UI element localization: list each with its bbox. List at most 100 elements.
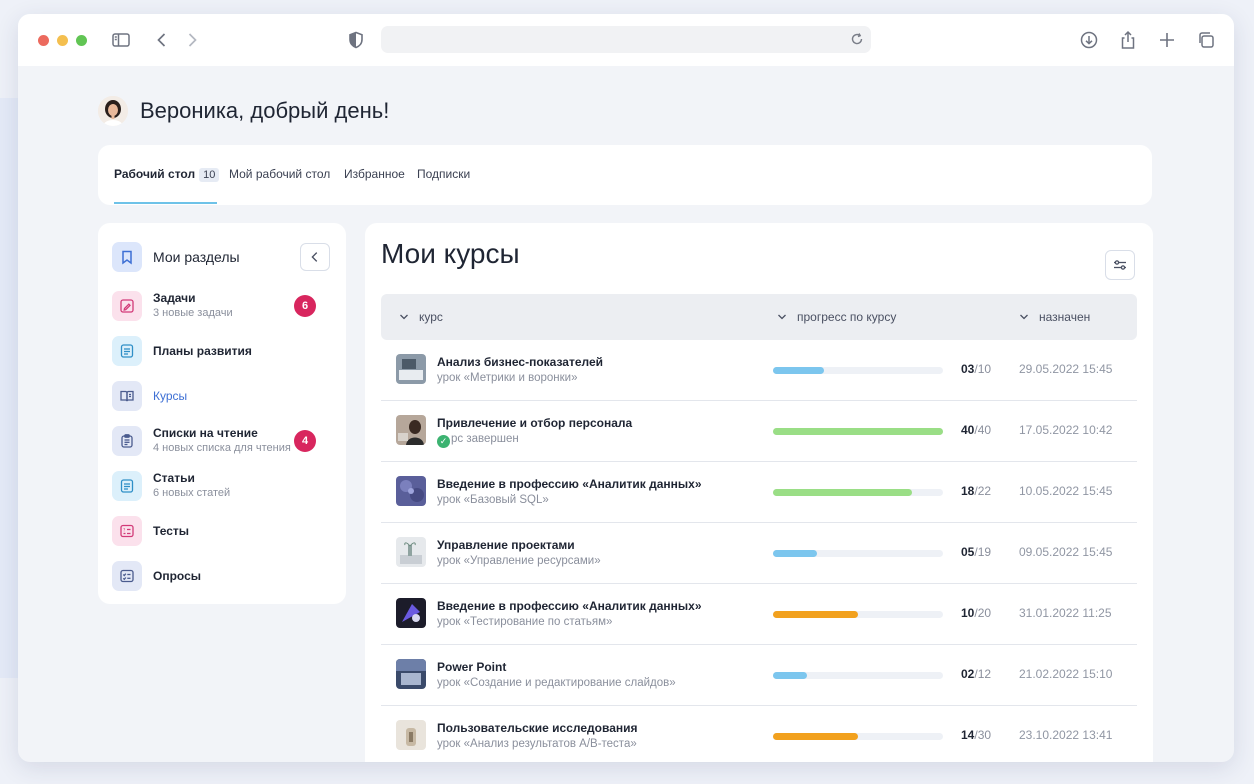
bookmark-icon — [112, 242, 142, 272]
pencil-icon — [112, 291, 142, 321]
course-name: Введение в профессию «Аналитик данных» — [437, 599, 702, 613]
back-icon[interactable] — [152, 30, 172, 50]
sidebar-item-label: Планы развития — [153, 344, 252, 358]
chevron-down-icon — [1020, 314, 1028, 320]
progress-count: 18/22 — [961, 484, 991, 498]
greeting-text: Вероника, добрый день! — [140, 98, 390, 123]
progress-total: 19 — [977, 545, 992, 559]
table-row[interactable]: Power Point урок «Создание и редактирова… — [381, 645, 1137, 706]
tab-label: Рабочий стол — [114, 167, 196, 181]
table-row[interactable]: Пользовательские исследования урок «Анал… — [381, 706, 1137, 762]
course-name: Анализ бизнес-показателей — [437, 355, 604, 369]
progress-done: 02 — [961, 667, 975, 681]
column-header-progress[interactable]: прогресс по курсу — [777, 310, 896, 324]
sidebar-item-courses[interactable]: Курсы — [112, 381, 334, 413]
tab-desktop[interactable]: Рабочий стол 10 — [114, 167, 220, 182]
course-thumbnail — [396, 659, 426, 689]
minimize-window-button[interactable] — [57, 35, 68, 46]
article-icon — [112, 471, 142, 501]
reading-lists-count-badge: 4 — [294, 430, 316, 452]
progress-count: 10/20 — [961, 606, 991, 620]
checklist-icon — [112, 561, 142, 591]
tasks-count-badge: 6 — [294, 295, 316, 317]
sidebar-item-articles[interactable]: Статьи 6 новых статей — [112, 471, 334, 503]
download-icon[interactable] — [1079, 30, 1099, 50]
sidebar-item-surveys[interactable]: Опросы — [112, 561, 334, 593]
sidebar-title: Мои разделы — [153, 249, 240, 265]
avatar[interactable] — [98, 96, 128, 126]
column-header-course[interactable]: курс — [399, 310, 443, 324]
svg-text:?: ? — [123, 527, 126, 533]
maximize-window-button[interactable] — [76, 35, 87, 46]
reload-icon[interactable] — [849, 31, 865, 47]
collapse-sidebar-button[interactable] — [300, 243, 330, 271]
courses-panel: Мои курсы курс прогресс по курсу назначе… — [365, 223, 1153, 762]
sidebar-item-tests[interactable]: ? Тесты — [112, 516, 334, 548]
progress-done: 05 — [961, 545, 975, 559]
tab-subscriptions[interactable]: Подписки — [417, 167, 470, 181]
progress-bar — [773, 733, 943, 740]
progress-fill — [773, 428, 943, 435]
course-thumbnail — [396, 415, 426, 445]
progress-bar — [773, 611, 943, 618]
table-row[interactable]: Управление проектами урок «Управление ре… — [381, 523, 1137, 584]
tab-favorites[interactable]: Избранное — [344, 167, 405, 181]
sidebar-item-label: Списки на чтение — [153, 426, 258, 440]
progress-count: 02/12 — [961, 667, 991, 681]
table-row[interactable]: Введение в профессию «Аналитик данных» у… — [381, 462, 1137, 523]
assigned-date: 29.05.2022 15:45 — [1019, 362, 1113, 376]
column-label: назначен — [1039, 310, 1091, 324]
chevron-left-icon — [311, 252, 318, 262]
progress-fill — [773, 733, 858, 740]
progress-done: 40 — [961, 423, 975, 437]
table-row[interactable]: Привлечение и отбор персонала ✓ рс заверш… — [381, 401, 1137, 462]
book-icon — [112, 381, 142, 411]
course-lesson: урок «Базовый SQL» — [437, 494, 549, 506]
progress-total: 20 — [977, 606, 992, 620]
course-thumbnail — [396, 598, 426, 628]
close-window-button[interactable] — [38, 35, 49, 46]
sidebar-item-label: Задачи — [153, 291, 196, 305]
new-tab-icon[interactable] — [1157, 30, 1177, 50]
share-icon[interactable] — [1118, 30, 1138, 50]
sidebar-toggle-icon[interactable] — [111, 30, 131, 50]
table-row[interactable]: Анализ бизнес-показателей урок «Метрики … — [381, 340, 1137, 401]
course-status: рс завершен — [451, 433, 519, 445]
progress-count: 14/30 — [961, 728, 991, 742]
address-bar[interactable] — [381, 26, 871, 53]
background-strip — [0, 98, 18, 678]
assigned-date: 10.05.2022 15:45 — [1019, 484, 1113, 498]
sidebar-item-sub: 4 новых списка для чтения — [153, 442, 291, 454]
filter-button[interactable] — [1105, 250, 1135, 280]
course-lesson: ✓ рс завершен — [437, 433, 519, 448]
course-thumbnail — [396, 720, 426, 750]
sidebar-item-label: Опросы — [153, 569, 202, 583]
sidebar-item-development-plans[interactable]: Планы развития — [112, 336, 334, 368]
assigned-date: 17.05.2022 10:42 — [1019, 423, 1113, 437]
course-name: Управление проектами — [437, 538, 575, 552]
course-thumbnail — [396, 476, 426, 506]
shield-icon[interactable] — [346, 30, 366, 50]
tab-count-badge: 10 — [199, 168, 220, 182]
progress-total: 30 — [977, 728, 992, 742]
progress-done: 03 — [961, 362, 975, 376]
progress-fill — [773, 550, 818, 557]
chevron-down-icon — [400, 314, 408, 320]
progress-bar — [773, 367, 943, 374]
progress-bar — [773, 550, 943, 557]
progress-bar — [773, 489, 943, 496]
table-row[interactable]: Введение в профессию «Аналитик данных» у… — [381, 584, 1137, 645]
tab-my-desktop[interactable]: Мой рабочий стол — [229, 167, 330, 181]
sidebar-item-sub: 3 новые задачи — [153, 307, 233, 319]
column-label: курс — [419, 310, 443, 324]
progress-fill — [773, 611, 858, 618]
browser-window: Вероника, добрый день! Рабочий стол 10 Мо… — [18, 14, 1234, 762]
tab-overview-icon[interactable] — [1196, 30, 1216, 50]
forward-icon[interactable] — [182, 30, 202, 50]
column-header-assigned[interactable]: назначен — [1019, 310, 1090, 324]
progress-count: 03/10 — [961, 362, 991, 376]
assigned-date: 23.10.2022 13:41 — [1019, 728, 1113, 742]
sidebar-item-sub: 6 новых статей — [153, 487, 231, 499]
progress-done: 18 — [961, 484, 975, 498]
sidebar-item-label: Тесты — [153, 524, 190, 538]
